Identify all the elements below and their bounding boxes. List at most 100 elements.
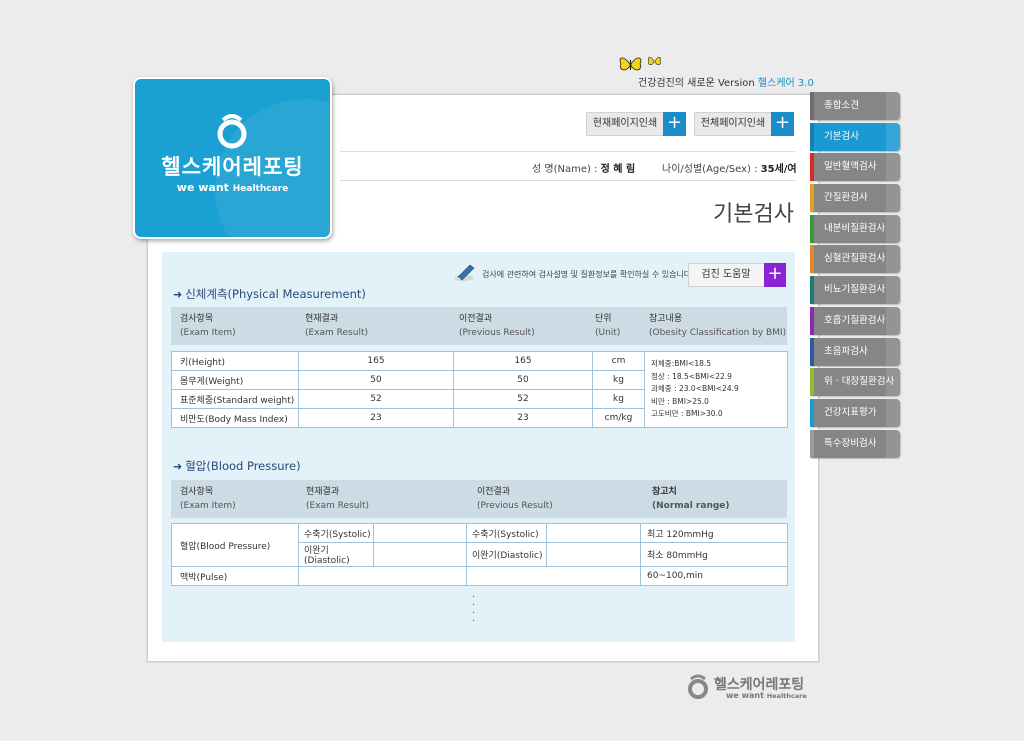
tab-endocrine[interactable]: 내분비질환검사 bbox=[810, 214, 900, 243]
tab-curl bbox=[886, 306, 900, 335]
table-row: 혈압(Blood Pressure) 수축기(Systolic) 수축기(Sys… bbox=[171, 523, 788, 567]
header-cell: 참고내용 (Obesity Classification by BMI) bbox=[640, 307, 787, 345]
tab-label: 특수장비검사 bbox=[824, 437, 877, 449]
reference-line: 비만 : BMI>25.0 bbox=[651, 396, 709, 406]
cell-current: 23 bbox=[298, 408, 454, 428]
arrow-right-icon: ➜ bbox=[173, 288, 183, 301]
print-all-label: 전체페이지인쇄 bbox=[700, 118, 766, 129]
header-cell: 이전결과 (Previous Result) bbox=[450, 307, 586, 345]
cell-current: 52 bbox=[298, 389, 454, 409]
side-tabs: 종합소견 기본검사 일반혈액검사 간질환검사 내분비질환검사 심혈관질환검사 비… bbox=[810, 92, 900, 460]
header-en: (Normal range) bbox=[652, 501, 730, 511]
divider bbox=[340, 151, 795, 152]
tab-blood[interactable]: 일반혈액검사 bbox=[810, 153, 900, 182]
age-value: 35세/여 bbox=[760, 164, 797, 175]
tab-health-index[interactable]: 건강지표평가 bbox=[810, 398, 900, 427]
cell-item: 비만도(Body Mass Index) bbox=[171, 408, 299, 428]
tab-cardiovascular[interactable]: 심혈관질환검사 bbox=[810, 245, 900, 274]
logo-ring-icon bbox=[217, 114, 247, 149]
cell-previous: 50 bbox=[453, 370, 593, 390]
divider bbox=[340, 180, 795, 181]
tab-special-equipment[interactable]: 특수장비검사 bbox=[810, 429, 900, 458]
cell-item: 몸무게(Weight) bbox=[171, 370, 299, 390]
plus-icon: + bbox=[663, 112, 686, 136]
age-label: 나이/성별(Age/Sex) : bbox=[662, 164, 761, 175]
page-title: 기본검사 bbox=[713, 202, 794, 227]
tab-label: 심혈관질환검사 bbox=[824, 253, 886, 265]
physical-section-title: ➜ 신체계측(Physical Measurement) bbox=[173, 286, 366, 302]
tagline-label: 건강검진의 새로운 Version bbox=[638, 78, 758, 89]
tab-label: 일반혈액검사 bbox=[824, 161, 877, 173]
tab-curl bbox=[886, 429, 900, 458]
tab-urology[interactable]: 비뇨기질환검사 bbox=[810, 276, 900, 305]
cell-previous: 52 bbox=[453, 389, 593, 409]
name-label: 성 명(Name) : bbox=[532, 164, 601, 175]
bp-title: 혈압(Blood Pressure) bbox=[185, 459, 301, 473]
cell-unit: cm/kg bbox=[592, 408, 645, 428]
cell-previous bbox=[546, 542, 641, 567]
cell-current bbox=[373, 542, 467, 567]
tab-label: 위 · 대장질환검사 bbox=[824, 376, 895, 388]
cell-reference: 최고 120mmHg bbox=[640, 523, 788, 543]
plus-icon: + bbox=[771, 112, 794, 136]
header-cell: 참고치 (Normal range) bbox=[643, 480, 787, 518]
cell-systolic-label: 수축기(Systolic) bbox=[298, 523, 374, 543]
tab-ultrasound[interactable]: 초음파검사 bbox=[810, 337, 900, 366]
logo-subtitle: we want Healthcare bbox=[135, 181, 330, 194]
footer-logo: 헬스케어레포팅 we want Healthcare bbox=[686, 672, 816, 704]
cell-systolic-label: 수축기(Systolic) bbox=[466, 523, 547, 543]
header-ko: 참고치 bbox=[652, 487, 677, 497]
bmi-reference: 저체중:BMI<18.5 정상 : 18.5<BMI<22.9 과체중 : 23… bbox=[644, 351, 788, 428]
print-all-button[interactable]: 전체페이지인쇄 + bbox=[694, 112, 794, 136]
help-label: 검진 도움말 bbox=[701, 269, 751, 280]
bp-table-header: 검사항목 (Exam Item) 현재결과 (Exam Result) 이전결과 (P… bbox=[171, 480, 787, 518]
header-ko: 참고내용 bbox=[649, 314, 683, 324]
footer-sub-small: Healthcare bbox=[766, 692, 807, 700]
patient-age-sex: 나이/성별(Age/Sex) : 35세/여 bbox=[662, 160, 797, 175]
tab-label: 종합소견 bbox=[824, 100, 859, 111]
footer-subtitle: we want Healthcare bbox=[726, 691, 807, 700]
header-en: (Obesity Classification by BMI) bbox=[649, 328, 787, 338]
tab-curl bbox=[886, 184, 900, 213]
cell-unit: kg bbox=[592, 370, 645, 390]
info-text: 검사에 관련하여 검사설명 및 질환정보를 확인하실 수 있습니다. bbox=[482, 270, 694, 279]
tagline: 건강검진의 새로운 Version 헬스케어 3.0 bbox=[610, 52, 820, 92]
cell-previous bbox=[466, 566, 641, 586]
tab-curl bbox=[886, 153, 900, 182]
header-cell: 단위 (Unit) bbox=[586, 307, 640, 345]
cell-item: 혈압(Blood Pressure) bbox=[171, 523, 299, 567]
header-en: (Previous Result) bbox=[477, 501, 553, 511]
header-en: (Previous Result) bbox=[459, 328, 535, 338]
cell-previous: 165 bbox=[453, 351, 593, 371]
tab-liver[interactable]: 간질환검사 bbox=[810, 184, 900, 213]
tab-label: 내분비질환검사 bbox=[824, 222, 886, 234]
patient-name: 성 명(Name) : 정 혜 림 bbox=[532, 160, 635, 175]
header-ko: 이전결과 bbox=[477, 487, 511, 497]
physical-table-header: 검사항목 (Exam Item) 현재결과 (Exam Result) 이전결과 (P… bbox=[171, 307, 787, 345]
header-ko: 이전결과 bbox=[459, 314, 493, 324]
header-cell: 검사항목 (Exam Item) bbox=[171, 307, 296, 345]
plus-icon: + bbox=[764, 263, 786, 287]
tab-summary[interactable]: 종합소견 bbox=[810, 92, 900, 120]
tab-curl bbox=[886, 337, 900, 366]
logo-card: 헬스케어레포팅 we want Healthcare bbox=[133, 77, 332, 239]
tab-curl bbox=[886, 122, 900, 151]
tab-basic-exam[interactable]: 기본검사 bbox=[810, 122, 900, 151]
name-value: 정 혜 림 bbox=[600, 164, 636, 175]
header-cell: 현재결과 (Exam Result) bbox=[296, 307, 450, 345]
tab-respiratory[interactable]: 호흡기질환검사 bbox=[810, 306, 900, 335]
header-ko: 검사항목 bbox=[180, 487, 214, 497]
tab-gastro[interactable]: 위 · 대장질환검사 bbox=[810, 368, 900, 397]
header-en: (Exam Item) bbox=[180, 501, 236, 511]
tagline-text: 건강검진의 새로운 Version 헬스케어 3.0 bbox=[638, 74, 814, 89]
cell-previous bbox=[546, 523, 641, 543]
table-row: 키(Height) 165 165 cm 저체중:BMI<18.5 정상 : 1… bbox=[171, 351, 788, 428]
tab-label: 간질환검사 bbox=[824, 192, 868, 204]
cell-current bbox=[298, 566, 467, 586]
bp-table: 혈압(Blood Pressure) 수축기(Systolic) 수축기(Sys… bbox=[171, 523, 788, 586]
tab-curl bbox=[886, 398, 900, 427]
print-current-button[interactable]: 현재페이지인쇄 + bbox=[586, 112, 686, 136]
tab-label: 기본검사 bbox=[824, 130, 859, 142]
reference-line: 과체중 : 23.0<BMI<24.9 bbox=[651, 384, 739, 394]
help-button[interactable]: 검진 도움말 + bbox=[688, 263, 786, 287]
